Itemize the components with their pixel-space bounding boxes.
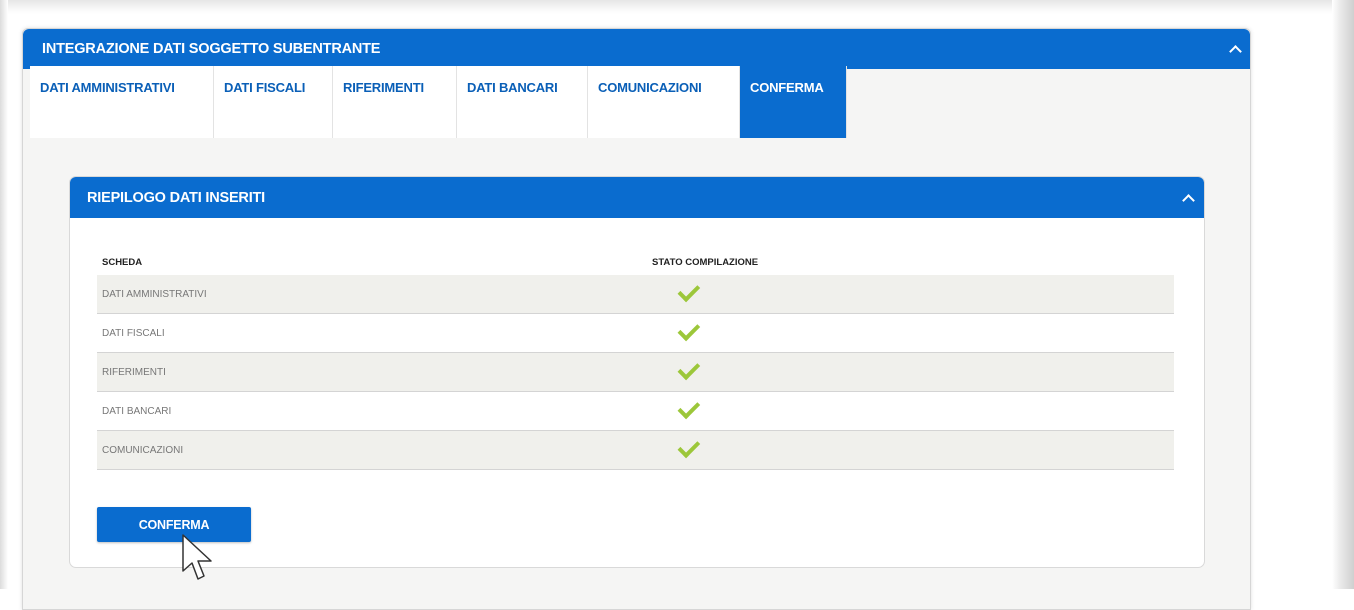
row-status [652,391,1174,431]
tab-dati-bancari[interactable]: DATI BANCARI [457,66,588,138]
column-header-scheda: SCHEDA [102,256,143,268]
tab-comunicazioni[interactable]: COMUNICAZIONI [588,66,740,138]
row-scheda-label: COMUNICAZIONI [97,430,652,470]
tab-label: DATI AMMINISTRATIVI [40,80,175,95]
summary-table: SCHEDA STATO COMPILAZIONE DATI AMMINISTR… [97,249,1174,470]
chevron-up-icon[interactable] [1229,45,1242,58]
row-status [652,430,1174,470]
row-scheda-label: DATI BANCARI [97,391,652,431]
table-row: RIFERIMENTI [97,352,1174,392]
summary-panel: RIEPILOGO DATI INSERITI SCHEDA STATO COM… [69,176,1205,568]
tab-label: CONFERMA [750,80,824,95]
check-icon [677,396,701,419]
row-scheda-label: RIFERIMENTI [97,352,652,392]
tab-label: DATI FISCALI [224,80,306,95]
screenshot-frame-right [1332,0,1354,589]
tab-riferimenti[interactable]: RIFERIMENTI [333,66,457,138]
check-icon [677,357,701,380]
row-status [652,275,1174,314]
tab-dati-fiscali[interactable]: DATI FISCALI [214,66,333,138]
table-header-row: SCHEDA STATO COMPILAZIONE [97,249,1174,275]
tab-dati-amministrativi[interactable]: DATI AMMINISTRATIVI [30,66,214,138]
mouse-cursor-icon [182,534,212,580]
screenshot-frame-top [0,0,1354,14]
table-row: DATI AMMINISTRATIVI [97,275,1174,314]
summary-panel-title: RIEPILOGO DATI INSERITI [87,189,266,206]
check-icon [677,318,701,341]
integration-panel-header[interactable]: INTEGRAZIONE DATI SOGGETTO SUBENTRANTE [23,29,1250,69]
row-status [652,352,1174,392]
column-header-stato: STATO COMPILAZIONE [652,256,759,268]
table-row: COMUNICAZIONI [97,430,1174,470]
table-row: DATI BANCARI [97,391,1174,431]
tab-label: DATI BANCARI [467,80,558,95]
check-icon [677,279,701,302]
tab-bar: DATI AMMINISTRATIVI DATI FISCALI RIFERIM… [30,66,847,138]
chevron-up-icon[interactable] [1182,193,1195,207]
row-status [652,313,1174,353]
tab-label: COMUNICAZIONI [598,80,702,95]
screenshot-frame-left [0,0,8,589]
tab-label: RIFERIMENTI [343,80,424,95]
confirm-button[interactable]: CONFERMA [97,507,251,542]
row-scheda-label: DATI FISCALI [97,313,652,353]
tab-conferma[interactable]: CONFERMA [740,66,847,138]
check-icon [677,435,701,458]
row-scheda-label: DATI AMMINISTRATIVI [97,275,652,314]
table-row: DATI FISCALI [97,313,1174,353]
summary-panel-header[interactable]: RIEPILOGO DATI INSERITI [70,177,1204,218]
integration-panel-title: INTEGRAZIONE DATI SOGGETTO SUBENTRANTE [42,41,381,57]
